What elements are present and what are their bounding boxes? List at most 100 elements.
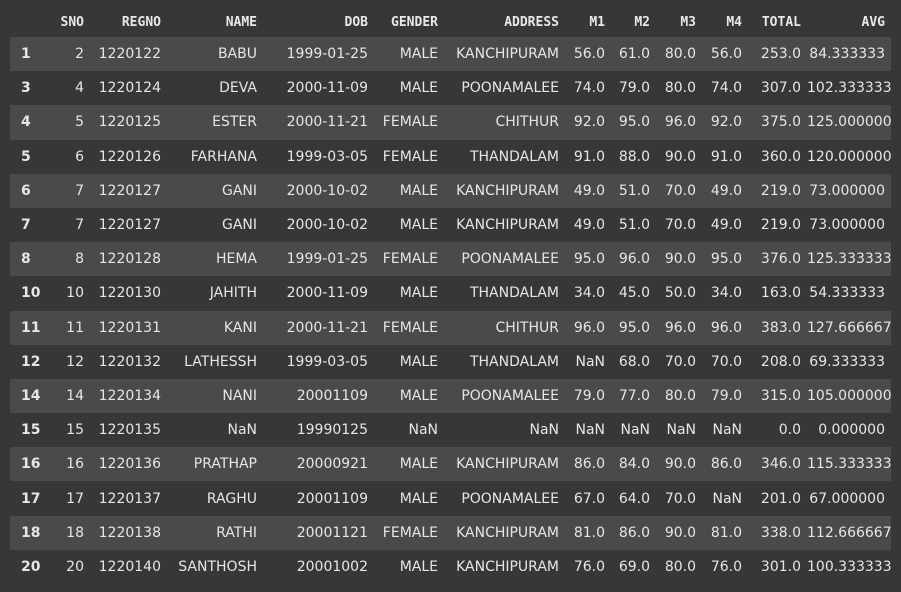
cell-address: THANDALAM (469, 148, 559, 165)
cell-address: THANDALAM (469, 353, 559, 370)
cell-m1: 67.0 (573, 490, 605, 507)
cell-m1: 96.0 (573, 319, 605, 336)
cell-dob: 20001002 (296, 558, 368, 575)
cell-dob: 1999-03-05 (286, 353, 368, 370)
cell-regno: 1220126 (98, 148, 161, 165)
table-row[interactable]: 8 8 1220128 HEMA 1999-01-25 FEMALE POONAMALEE 9… (10, 242, 892, 277)
cell-sno: 4 (75, 80, 84, 97)
cell-regno: 1220131 (98, 319, 161, 336)
table-row[interactable]: 4 5 1220125 ESTER 2000-11-21 FEMALE CHITHUR 92.… (10, 105, 892, 140)
cell-m3: 96.0 (664, 114, 696, 131)
cell-sno: 2 (75, 46, 84, 63)
cell-m1: 34.0 (573, 285, 605, 302)
cell-regno: 1220127 (98, 217, 161, 234)
cell-name: JAHITH (209, 285, 257, 302)
cell-m4: 74.0 (710, 80, 742, 97)
cell-dob: 20001121 (296, 524, 368, 541)
cell-dob: 2000-10-02 (286, 182, 368, 199)
cell-avg: 67.000000 (809, 490, 885, 507)
table-row[interactable]: 6 7 1220127 GANI 2000-10-02 MALE KANCHIPURAM 49… (10, 173, 891, 208)
cell-address: CHITHUR (495, 319, 560, 336)
cell-sno: 18 (66, 524, 84, 541)
cell-m3: 70.0 (664, 217, 696, 234)
cell-sno: 6 (75, 148, 84, 165)
table-row[interactable]: 1 2 1220122 BABU 1999-01-25 MALE KANCHIPURAM 56… (10, 37, 891, 72)
cell-avg: 100.333333 (807, 558, 892, 575)
cell-dob: 2000-10-02 (286, 217, 368, 234)
table-row[interactable]: 7 7 1220127 GANI 2000-10-02 MALE KANCHIPURAM 49… (10, 207, 891, 243)
cell-gender: MALE (399, 217, 438, 234)
table-row[interactable]: 20 20 1220140 SANTHOSH 20001002 MALE KANCHIPUR… (10, 549, 892, 584)
cell-m2: 51.0 (618, 217, 650, 234)
cell-m1: 91.0 (573, 148, 605, 165)
cell-m2: 77.0 (618, 387, 650, 404)
column-header-total: TOTAL (761, 14, 801, 30)
cell-m1: 56.0 (573, 46, 605, 63)
cell-gender: MALE (399, 490, 438, 507)
cell-gender: MALE (399, 387, 438, 404)
cell-name: GANI (221, 182, 257, 199)
cell-m1: 81.0 (573, 524, 605, 541)
cell-gender: FEMALE (382, 114, 438, 131)
cell-m2: 45.0 (618, 285, 650, 302)
cell-avg: 125.333333 (807, 251, 892, 268)
cell-total: 315.0 (760, 387, 801, 404)
table-row[interactable]: 16 16 1220136 PRATHAP 20000921 MALE KANCHIPURA… (10, 447, 892, 482)
cell-regno: 1220136 (98, 456, 161, 473)
cell-name: RATHI (216, 524, 257, 541)
cell-regno: 1220138 (98, 524, 161, 541)
cell-gender: MALE (399, 558, 438, 575)
cell-m3: 70.0 (664, 490, 696, 507)
header-row: SNO REGNO NAME DOB GENDER ADDRESS M1 M2 … (10, 7, 891, 37)
cell-gender: MALE (399, 456, 438, 473)
cell-m4: 34.0 (710, 285, 742, 302)
cell-regno: 1220135 (98, 422, 161, 439)
row-index-cell: 3 (21, 80, 31, 97)
cell-m1: 49.0 (573, 182, 605, 199)
dataframe-output: SNO REGNO NAME DOB GENDER ADDRESS M1 M2 … (10, 7, 892, 584)
table-row[interactable]: 18 18 1220138 RATHI 20001121 FEMALE KANCHIPURA… (10, 515, 892, 550)
column-header-gender: GENDER (391, 14, 438, 30)
cell-address: POONAMALEE (461, 80, 559, 97)
cell-total: 383.0 (760, 319, 801, 336)
table-row[interactable]: 5 6 1220126 FARHANA 1999-03-05 FEMALE THANDALA… (10, 139, 892, 174)
row-index-cell: 16 (21, 456, 41, 473)
cell-sno: 14 (66, 387, 84, 404)
row-index-cell: 15 (21, 422, 41, 439)
cell-sno: 15 (66, 422, 84, 439)
table-row[interactable]: 12 12 1220132 LATHESSH 1999-03-05 MALE THANDAL… (10, 344, 891, 379)
cell-m3: 70.0 (664, 353, 696, 370)
cell-m2: 61.0 (618, 46, 650, 63)
cell-m3: 90.0 (664, 251, 696, 268)
table-body: 1 2 1220122 BABU 1999-01-25 MALE KANCHIPURAM 56… (10, 37, 892, 584)
cell-sno: 16 (66, 456, 84, 473)
cell-sno: 11 (66, 319, 84, 336)
cell-m4: 49.0 (710, 217, 742, 234)
table-row[interactable]: 3 4 1220124 DEVA 2000-11-09 MALE POONAMALEE 74.… (10, 71, 892, 106)
cell-avg: 73.000000 (809, 217, 885, 234)
cell-gender: FEMALE (382, 251, 438, 268)
cell-address: KANCHIPURAM (456, 524, 559, 541)
table-row[interactable]: 17 17 1220137 RAGHU 20001109 MALE POONAMALEE 67… (10, 481, 891, 516)
table-row[interactable]: 15 15 1220135 NaN 19990125 NaN NaN NaN NaN NaN NaN… (10, 413, 891, 448)
cell-sno: 12 (66, 353, 84, 370)
cell-sno: 17 (66, 490, 84, 507)
cell-m3: 80.0 (664, 46, 696, 63)
cell-dob: 20001109 (296, 387, 368, 404)
cell-address: POONAMALEE (461, 387, 559, 404)
cell-gender: FEMALE (382, 148, 438, 165)
row-index-cell: 6 (21, 182, 31, 199)
column-header-m4: M4 (726, 14, 742, 30)
cell-sno: 8 (75, 251, 84, 268)
cell-m1: NaN (575, 353, 605, 370)
row-index-cell: 20 (21, 558, 41, 575)
column-header-regno: REGNO (121, 14, 161, 30)
cell-avg: 125.000000 (807, 114, 892, 131)
table-row[interactable]: 14 14 1220134 NANI 20001109 MALE POONAMALEE 79.… (10, 378, 892, 414)
table-row[interactable]: 10 10 1220130 JAHITH 2000-11-09 MALE THANDALAM… (10, 276, 891, 311)
cell-m4: NaN (712, 490, 742, 507)
cell-name: BABU (217, 46, 257, 63)
table-row[interactable]: 11 11 1220131 KANI 2000-11-21 FEMALE CHITHUR 96… (10, 310, 892, 345)
cell-name: FARHANA (190, 148, 257, 165)
cell-m4: 86.0 (710, 456, 742, 473)
